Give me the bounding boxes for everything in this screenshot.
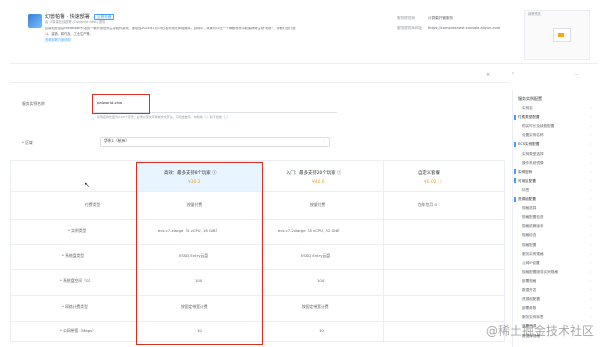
app-desc-line: 由 计算巢在线部署 (Compute Nest) 提供 bbox=[45, 20, 106, 24]
sidebar-item[interactable]: 实例密码 bbox=[518, 170, 532, 175]
sidebar-item[interactable]: 实例名 bbox=[522, 106, 533, 111]
plan-column-price: ¥40.6 bbox=[312, 180, 325, 185]
row-label: * 实例类型 bbox=[68, 228, 87, 233]
cell-value: ecs.c7.2xlarge（8 vCPU, 32 GiB） bbox=[278, 228, 342, 233]
instance-name-label: 服务实例名称 bbox=[22, 101, 45, 106]
sidebar-item[interactable]: 规格配置检查 bbox=[522, 215, 544, 220]
sidebar-item[interactable]: 付费类型配置 bbox=[518, 115, 540, 120]
sidebar-item[interactable]: 可用区配置 bbox=[518, 179, 536, 184]
sidebar-item[interactable]: 资源组配置 bbox=[518, 197, 536, 202]
sidebar-active-indicator bbox=[514, 178, 516, 184]
sidebar-item[interactable]: 资源组配置 bbox=[522, 297, 540, 302]
meta-label: 服务提供商网址 bbox=[397, 26, 423, 30]
cell-value: ESSD Entry云盘 bbox=[301, 253, 331, 258]
chevron-right-icon: › bbox=[590, 233, 592, 238]
chevron-right-icon: › bbox=[590, 288, 592, 292]
cell-value: 包年包月 ⊙ bbox=[418, 202, 438, 207]
chevron-right-icon: › bbox=[590, 269, 592, 274]
sidebar-active-indicator bbox=[514, 114, 516, 120]
sidebar-item[interactable]: 部署参数 bbox=[522, 306, 536, 311]
sidebar-item[interactable]: 购买时长及续费配置 bbox=[522, 124, 554, 129]
sidebar-item[interactable]: 服务实例标签 bbox=[522, 315, 544, 320]
deploy-doc-link[interactable]: 查看部署方案说明 bbox=[45, 38, 71, 43]
region-label: * 区域 bbox=[22, 140, 33, 145]
preview-label: 部署预览 bbox=[528, 12, 541, 16]
meta-label: 服务提供商 bbox=[397, 16, 415, 20]
chevron-right-icon: › bbox=[590, 251, 592, 256]
sidebar-item[interactable]: 服务实例规格 bbox=[522, 252, 544, 257]
instance-name-highlight bbox=[92, 94, 150, 114]
chevron-right-icon: › bbox=[590, 315, 592, 320]
chevron-right-icon: › bbox=[590, 187, 592, 192]
region-value: 华东1（杭州） bbox=[104, 138, 130, 143]
sidebar-active-indicator bbox=[514, 169, 516, 175]
chevron-right-icon: › bbox=[590, 260, 592, 265]
chevron-right-icon: › bbox=[590, 133, 592, 138]
sidebar-item[interactable]: 规格配置服务实例规格 bbox=[522, 270, 558, 275]
chevron-right-icon: › bbox=[590, 306, 592, 311]
sidebar-item[interactable]: 规格依赖版本 bbox=[522, 224, 544, 229]
chevron-right-icon: › bbox=[590, 142, 592, 147]
row-label: * 网络计费类型 bbox=[62, 304, 88, 309]
sidebar-item[interactable]: 标签 bbox=[522, 188, 529, 193]
sidebar-title: 服务实例配置 bbox=[518, 96, 542, 101]
row-label: * 系统盘类型 bbox=[62, 253, 85, 258]
meta-value: https://computenest.console.aliyun.com bbox=[428, 26, 501, 30]
app-desc-line: 斗、建造、耕作及、工业生产等。 bbox=[45, 32, 93, 36]
more-icon[interactable]: ⋯ bbox=[574, 72, 579, 78]
divider bbox=[10, 82, 510, 83]
chevron-right-icon: › bbox=[590, 124, 592, 129]
chevron-right-icon: › bbox=[590, 297, 592, 302]
cell-value: 按量付费 bbox=[310, 202, 326, 207]
mouse-cursor-icon: ↖ bbox=[84, 181, 90, 189]
sidebar-item[interactable]: 规格选择 bbox=[522, 206, 536, 211]
chevron-right-icon: › bbox=[590, 151, 592, 156]
close-icon[interactable]: × bbox=[486, 72, 490, 78]
selected-plan-highlight bbox=[136, 162, 263, 345]
row-label: * 系统盘空间（G） bbox=[60, 278, 93, 283]
app-logo-icon bbox=[28, 14, 42, 28]
sidebar-item[interactable]: 实例类型选择 bbox=[522, 152, 544, 157]
sidebar-item[interactable]: 部署规格 bbox=[522, 279, 536, 284]
sidebar-divider bbox=[512, 90, 513, 347]
chevron-right-icon: › bbox=[590, 160, 592, 165]
row-label: * 公网带宽（Mbps） bbox=[60, 328, 96, 333]
sidebar-item[interactable]: 设置实例名称 bbox=[522, 133, 544, 138]
chevron-right-icon: › bbox=[590, 115, 592, 120]
sidebar-item[interactable]: 数据开发 bbox=[522, 288, 536, 293]
sidebar-active-indicator bbox=[514, 141, 516, 147]
sidebar-item[interactable]: ECS实例配置 bbox=[518, 142, 539, 147]
chevron-up-icon[interactable]: ⌃ bbox=[511, 72, 515, 78]
plan-column-title[interactable]: 入门：最多支持20个玩家 ⓘ bbox=[286, 171, 341, 176]
meta-value: 计算巢托管服务 bbox=[428, 16, 454, 20]
cell-value: 10 bbox=[319, 328, 324, 333]
sidebar-item[interactable]: 规格配置 bbox=[522, 243, 536, 248]
chevron-right-icon: › bbox=[590, 224, 592, 229]
chevron-down-icon: ⌄ bbox=[322, 137, 326, 142]
cell-value: 100 bbox=[317, 278, 325, 283]
sidebar-item[interactable]: 公网IP设置 bbox=[522, 261, 540, 266]
column-divider bbox=[383, 161, 384, 342]
plan-column-price: ¥0.02 ⓘ bbox=[424, 180, 443, 185]
cell-value: 按固定带宽计费 bbox=[302, 304, 329, 309]
sidebar-active-indicator bbox=[514, 196, 516, 202]
sidebar-item[interactable]: 操作系统镜像 bbox=[522, 161, 544, 166]
chevron-right-icon: › bbox=[590, 169, 592, 174]
sidebar-item[interactable]: 规格检查 bbox=[522, 233, 536, 238]
chevron-right-icon: › bbox=[590, 206, 592, 211]
chevron-right-icon: › bbox=[590, 106, 592, 110]
plan-column-title[interactable]: 自定义套餐 bbox=[418, 171, 440, 176]
chevron-right-icon: › bbox=[590, 278, 592, 283]
app-desc-line: 幻兽帕鲁是由Pocketpair开发的一款开放世界生存制作游戏。该项目2024年… bbox=[45, 27, 296, 30]
chevron-right-icon: › bbox=[590, 242, 592, 247]
instance-name-hint: 实例名称长度为2-64个字符，必须以英文字母或中文开头，可包含数字、中划线（-）… bbox=[97, 115, 230, 119]
preview-image-accent bbox=[558, 33, 564, 37]
row-label: 付费类型 bbox=[85, 202, 101, 207]
chevron-right-icon: › bbox=[590, 197, 592, 201]
chevron-right-icon: › bbox=[590, 215, 592, 220]
watermark: @稀土掘金技术社区 bbox=[486, 324, 595, 338]
chevron-right-icon: › bbox=[590, 178, 592, 183]
region-select[interactable] bbox=[100, 137, 330, 147]
